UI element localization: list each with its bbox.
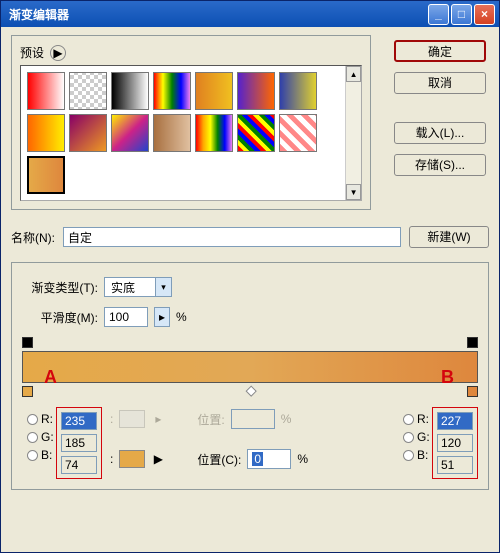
gradient-type-value: 实底	[105, 279, 155, 296]
presets-box: ▲ ▼	[20, 65, 362, 201]
dialog-body: 预设 ▶	[1, 27, 499, 498]
radio-r-a[interactable]	[27, 414, 38, 425]
presets-menu-button[interactable]: ▶	[50, 45, 66, 61]
gradient-type-select[interactable]: 实底 ▾	[104, 277, 172, 297]
gradient-type-label: 渐变类型(T):	[22, 279, 98, 296]
smoothness-unit: %	[176, 310, 187, 324]
midpoint-handle[interactable]	[246, 386, 257, 397]
rgb-a-g-input[interactable]: 185	[61, 434, 97, 452]
scroll-track[interactable]	[346, 82, 361, 184]
load-button[interactable]: 载入(L)...	[394, 122, 486, 144]
preset-swatch[interactable]	[195, 114, 233, 152]
smoothness-input[interactable]: 100	[104, 307, 148, 327]
new-button[interactable]: 新建(W)	[409, 226, 489, 248]
color-label: :	[110, 452, 113, 466]
cancel-button[interactable]: 取消	[394, 72, 486, 94]
gradient-editor-window: 渐变编辑器 _ □ × 预设 ▶	[0, 0, 500, 553]
opacity-stop-right[interactable]	[467, 337, 478, 348]
preset-swatch[interactable]	[27, 114, 65, 152]
close-button[interactable]: ×	[474, 4, 495, 25]
pos-disabled-unit: %	[281, 412, 292, 426]
preset-swatch[interactable]	[69, 114, 107, 152]
name-row: 名称(N): 新建(W)	[11, 226, 489, 248]
rgb-a-b-input[interactable]: 74	[61, 456, 97, 474]
rgb-a-box: 235 185 74	[56, 407, 102, 479]
opacity-color-box	[119, 410, 145, 428]
radio-r-b[interactable]	[403, 414, 414, 425]
chevron-down-icon: ▾	[155, 278, 171, 296]
color-play-icon[interactable]: ▶	[151, 452, 165, 466]
rgb-b-g-input[interactable]: 120	[437, 434, 473, 452]
position-unit: %	[297, 452, 308, 466]
radio-g-a[interactable]	[27, 432, 38, 443]
rgb-b-r-input[interactable]: 227	[437, 412, 473, 430]
preset-swatch[interactable]	[69, 72, 107, 110]
radio-b-a[interactable]	[27, 450, 38, 461]
color-stop-b[interactable]	[467, 386, 478, 397]
gradient-panel: 渐变类型(T): 实底 ▾ 平滑度(M): 100 ▸ % A	[11, 262, 489, 490]
presets-scrollbar[interactable]: ▲ ▼	[345, 66, 361, 200]
position-input[interactable]: 0	[247, 449, 291, 469]
color-stop-a[interactable]	[22, 386, 33, 397]
preset-swatch[interactable]	[111, 114, 149, 152]
stops-panel: R: G: B: 235 185 74 : ▸	[22, 407, 478, 479]
gradient-bar[interactable]: A B	[22, 351, 478, 383]
preset-swatch[interactable]	[237, 114, 275, 152]
rgb-b-box: 227 120 51	[432, 407, 478, 479]
radio-b-b[interactable]	[403, 450, 414, 461]
presets-panel: 预设 ▶	[11, 35, 371, 210]
pos-disabled-label: 位置:	[197, 411, 224, 428]
name-input[interactable]	[63, 227, 401, 247]
preset-swatch[interactable]	[279, 72, 317, 110]
preset-swatch[interactable]	[153, 72, 191, 110]
mid-column: : ▸ 位置: % : ▶ 位置(C):	[110, 407, 390, 469]
dialog-buttons: 确定 取消 载入(L)... 存储(S)...	[394, 40, 486, 176]
play-icon: ▶	[53, 46, 62, 60]
opacity-play-icon: ▸	[151, 412, 165, 426]
preset-swatch[interactable]	[195, 72, 233, 110]
scroll-down-button[interactable]: ▼	[346, 184, 361, 200]
preset-swatch[interactable]	[111, 72, 149, 110]
radio-g-b[interactable]	[403, 432, 414, 443]
preset-swatches	[21, 66, 345, 200]
preset-swatch[interactable]	[27, 72, 65, 110]
name-label: 名称(N):	[11, 229, 55, 246]
save-button[interactable]: 存储(S)...	[394, 154, 486, 176]
color-swatch[interactable]	[119, 450, 145, 468]
preset-swatch[interactable]	[279, 114, 317, 152]
color-sep: :	[110, 412, 113, 426]
ok-button[interactable]: 确定	[394, 40, 486, 62]
smoothness-stepper[interactable]: ▸	[154, 307, 170, 327]
minimize-button[interactable]: _	[428, 4, 449, 25]
opacity-stop-left[interactable]	[22, 337, 33, 348]
position-label: 位置(C):	[197, 451, 241, 468]
rgb-a-r-input[interactable]: 235	[61, 412, 97, 430]
preset-swatch[interactable]	[27, 156, 65, 194]
titlebar[interactable]: 渐变编辑器 _ □ ×	[1, 1, 499, 27]
smoothness-label: 平滑度(M):	[22, 309, 98, 326]
pos-disabled-input	[231, 409, 275, 429]
preset-swatch[interactable]	[237, 72, 275, 110]
maximize-button[interactable]: □	[451, 4, 472, 25]
presets-label: 预设	[20, 44, 44, 61]
window-title: 渐变编辑器	[5, 6, 426, 23]
rgb-b-b-input[interactable]: 51	[437, 456, 473, 474]
scroll-up-button[interactable]: ▲	[346, 66, 361, 82]
gradient-editor: A B	[22, 337, 478, 397]
preset-swatch[interactable]	[153, 114, 191, 152]
